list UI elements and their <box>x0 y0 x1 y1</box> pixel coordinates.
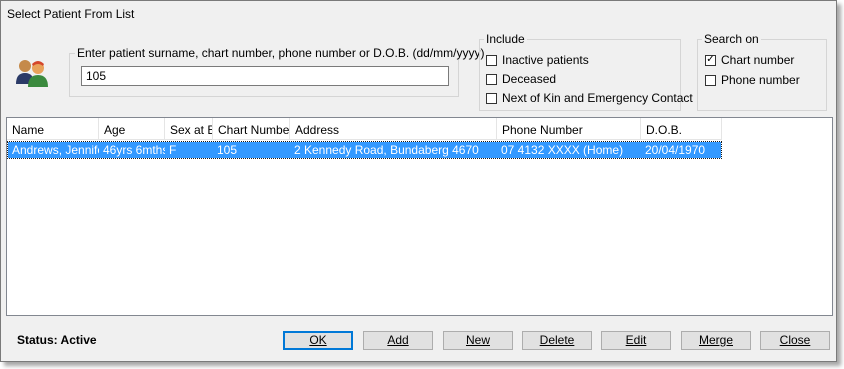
chart-number-checkbox[interactable]: ✓ Chart number <box>705 53 794 67</box>
checkbox-box[interactable] <box>486 73 497 85</box>
checkbox-label: Chart number <box>721 53 795 67</box>
inactive-patients-checkbox[interactable]: Inactive patients <box>486 53 589 67</box>
cell-sex: F <box>169 143 177 157</box>
checkbox-label: Next of Kin and Emergency Contact <box>502 91 693 105</box>
patient-list[interactable]: Name Age Sex at B Chart Number Address P… <box>6 117 833 316</box>
new-button[interactable]: New <box>443 331 513 350</box>
cell-phone: 07 4132 XXXX (Home) <box>501 143 624 157</box>
column-header-sex[interactable]: Sex at B <box>165 118 213 140</box>
checkbox-box[interactable] <box>486 54 497 66</box>
checkbox-label: Deceased <box>502 72 557 86</box>
merge-button[interactable]: Merge <box>681 331 751 350</box>
search-on-label: Search on <box>702 32 761 46</box>
cell-chart-number: 105 <box>217 143 238 157</box>
phone-number-checkbox[interactable]: Phone number <box>705 73 800 87</box>
column-header-dob[interactable]: D.O.B. <box>641 118 722 140</box>
add-button[interactable]: Add <box>363 331 433 350</box>
column-header-age[interactable]: Age <box>99 118 165 140</box>
search-prompt: Enter patient surname, chart number, pho… <box>75 46 487 60</box>
deceased-checkbox[interactable]: Deceased <box>486 72 556 86</box>
delete-button[interactable]: Delete <box>522 331 592 350</box>
search-input[interactable]: 105 <box>81 66 449 86</box>
table-row[interactable]: Andrews, Jennifer 46yrs 6mths F 105 2 Ke… <box>7 141 722 159</box>
checkbox-box[interactable]: ✓ <box>705 54 716 66</box>
edit-button[interactable]: Edit <box>601 331 671 350</box>
ok-button[interactable]: OK <box>283 331 353 350</box>
cell-name: Andrews, Jennifer <box>12 143 99 157</box>
cell-dob: 20/04/1970 <box>645 143 706 157</box>
close-button[interactable]: Close <box>760 331 830 350</box>
column-header-name[interactable]: Name <box>7 118 99 140</box>
include-label: Include <box>484 32 527 46</box>
cell-age: 46yrs 6mths <box>103 143 165 157</box>
list-header: Name Age Sex at B Chart Number Address P… <box>7 118 722 140</box>
next-of-kin-checkbox[interactable]: Next of Kin and Emergency Contact <box>486 91 693 105</box>
cell-address: 2 Kennedy Road, Bundaberg 4670 <box>294 143 479 157</box>
window-title: Select Patient From List <box>7 7 135 21</box>
checkbox-label: Inactive patients <box>502 53 589 67</box>
checkmark-icon: ✓ <box>706 54 715 65</box>
column-header-chart-number[interactable]: Chart Number <box>213 118 290 140</box>
column-header-address[interactable]: Address <box>290 118 497 140</box>
patients-icon <box>16 60 48 87</box>
checkbox-box[interactable] <box>705 74 716 86</box>
status-text: Status: Active <box>17 333 97 347</box>
checkbox-box[interactable] <box>486 92 497 104</box>
column-header-phone[interactable]: Phone Number <box>497 118 641 140</box>
select-patient-dialog: Select Patient From List Enter patient s… <box>0 0 837 362</box>
checkbox-label: Phone number <box>721 73 800 87</box>
